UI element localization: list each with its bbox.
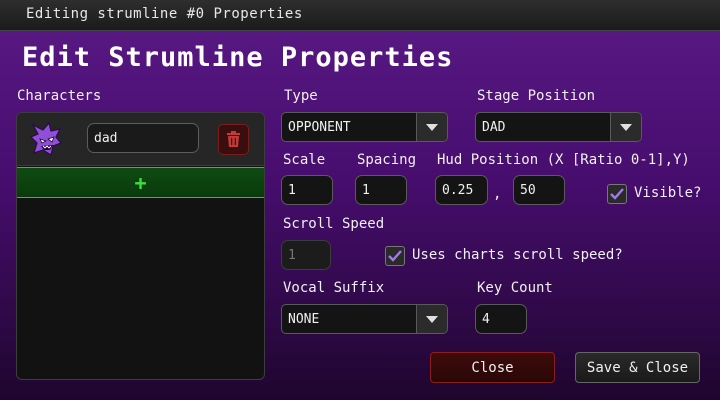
add-character-button[interactable]: + xyxy=(17,167,264,198)
characters-label: Characters xyxy=(17,88,102,104)
window-titlebar: Editing strumline #0 Properties xyxy=(0,0,720,31)
checkmark-icon xyxy=(388,250,402,262)
spacing-label: Spacing xyxy=(357,152,417,168)
characters-list: + xyxy=(16,112,265,380)
character-icon xyxy=(29,121,63,156)
vocal-suffix-value: NONE xyxy=(288,312,320,327)
page-title: Edit Strumline Properties xyxy=(22,42,454,73)
key-count-input[interactable] xyxy=(475,304,527,334)
type-dropdown[interactable]: OPPONENT xyxy=(281,112,448,142)
trash-icon xyxy=(227,131,240,147)
chevron-down-icon[interactable] xyxy=(416,113,447,141)
uses-charts-scroll-speed-checkbox[interactable] xyxy=(385,246,405,266)
delete-character-button[interactable] xyxy=(218,124,249,155)
checkmark-icon xyxy=(610,188,624,200)
character-name-input[interactable] xyxy=(87,123,199,153)
hud-position-x-input[interactable] xyxy=(435,175,488,205)
scale-label: Scale xyxy=(283,152,326,168)
character-row xyxy=(17,113,264,166)
type-value: OPPONENT xyxy=(288,120,351,135)
type-label: Type xyxy=(284,88,318,104)
close-button[interactable]: Close xyxy=(430,352,555,383)
chevron-down-icon[interactable] xyxy=(416,305,447,333)
scale-input[interactable] xyxy=(281,175,333,205)
plus-icon: + xyxy=(134,170,147,195)
hud-position-label: Hud Position (X [Ratio 0-1],Y) xyxy=(437,152,690,168)
hud-position-y-input[interactable] xyxy=(513,175,565,205)
visible-label: Visible? xyxy=(634,185,702,201)
window-title: Editing strumline #0 Properties xyxy=(26,6,303,22)
scroll-speed-label: Scroll Speed xyxy=(283,216,385,232)
stage-position-dropdown[interactable]: DAD xyxy=(475,112,642,142)
stage-position-value: DAD xyxy=(482,120,506,135)
visible-checkbox[interactable] xyxy=(607,184,627,204)
vocal-suffix-label: Vocal Suffix xyxy=(283,280,385,296)
save-and-close-button[interactable]: Save & Close xyxy=(575,352,700,383)
uses-charts-scroll-speed-label: Uses charts scroll speed? xyxy=(412,247,623,263)
key-count-label: Key Count xyxy=(477,280,553,296)
chevron-down-icon[interactable] xyxy=(610,113,641,141)
scroll-speed-input xyxy=(281,240,331,270)
spacing-input[interactable] xyxy=(355,175,407,205)
vocal-suffix-dropdown[interactable]: NONE xyxy=(281,304,448,334)
stage-position-label: Stage Position xyxy=(477,88,596,104)
hud-position-separator: , xyxy=(493,186,502,202)
